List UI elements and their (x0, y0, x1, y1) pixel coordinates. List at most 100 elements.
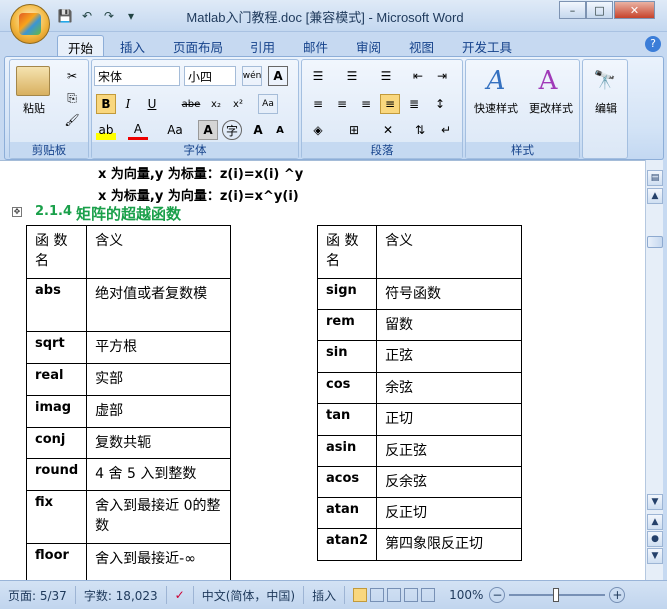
page-count[interactable]: 页面: 5/37 (0, 586, 76, 604)
print-layout-icon[interactable] (353, 588, 368, 602)
meaning-cell[interactable]: 反正弦 (376, 435, 522, 467)
char-border-button[interactable]: A (268, 66, 288, 86)
next-page-button[interactable]: ▼ (647, 548, 663, 564)
meaning-cell[interactable]: 符号函数 (376, 278, 522, 310)
function-name-cell[interactable]: imag (25, 395, 88, 428)
redo-icon[interactable]: ↷ (100, 7, 118, 25)
strikethrough-button[interactable]: abe (178, 94, 204, 114)
scroll-down-button[interactable]: ▼ (647, 494, 663, 510)
word-count[interactable]: 字数: 18,023 (76, 586, 167, 604)
function-name-cell[interactable]: sin (316, 340, 378, 373)
superscript-button[interactable]: x² (228, 94, 248, 114)
justify-icon[interactable]: ≡ (380, 94, 400, 114)
tab-view[interactable]: 视图 (399, 35, 444, 57)
edit-button[interactable]: 编辑 (585, 100, 627, 116)
shading-icon[interactable]: ◈ (308, 120, 328, 140)
function-name-cell[interactable]: abs (25, 278, 88, 332)
function-name-cell[interactable]: fix (25, 490, 88, 544)
meaning-cell[interactable]: 余弦 (376, 372, 522, 404)
tab-page-layout[interactable]: 页面布局 (163, 35, 233, 57)
quick-styles-button[interactable]: 快速样式 (470, 100, 522, 116)
quick-styles-icon[interactable]: A (476, 66, 516, 96)
paste-icon[interactable] (16, 66, 50, 96)
align-center-icon[interactable]: ≡ (332, 94, 352, 114)
cut-icon[interactable]: ✂ (62, 66, 82, 86)
meaning-cell[interactable]: 反正切 (376, 497, 522, 529)
subscript-button[interactable]: x₂ (206, 94, 226, 114)
scroll-thumb[interactable] (647, 236, 663, 248)
document-page[interactable]: x 为向量,y 为标量：z(i)=x(i) ^y x 为标量,y 为向量：z(i… (0, 160, 645, 580)
meaning-cell[interactable]: 反余弦 (376, 466, 522, 498)
function-name-cell[interactable]: 函 数 名 (25, 225, 88, 279)
decrease-indent-icon[interactable]: ⇤ (408, 66, 428, 86)
draft-icon[interactable] (421, 588, 436, 602)
table-move-handle-icon[interactable]: ✥ (12, 207, 22, 217)
function-name-cell[interactable]: tan (316, 403, 378, 436)
meaning-cell[interactable]: 正弦 (376, 340, 522, 373)
scroll-up-button[interactable]: ▲ (647, 188, 663, 204)
tab-references[interactable]: 引用 (240, 35, 285, 57)
ruler-toggle-icon[interactable]: ▤ (647, 170, 663, 186)
meaning-cell[interactable]: 第四象限反正切 (376, 528, 522, 561)
function-name-cell[interactable]: acos (316, 466, 378, 498)
function-name-cell[interactable]: conj (25, 427, 88, 459)
tab-review[interactable]: 审阅 (346, 35, 391, 57)
shrink-font-button[interactable]: A (270, 120, 290, 140)
sort-icon[interactable]: ⇅ (410, 120, 430, 140)
tab-home[interactable]: 开始 (57, 35, 105, 57)
meaning-cell[interactable]: 舍入到最接近-∞ (86, 543, 231, 580)
multilevel-list-icon[interactable]: ☰ (376, 66, 396, 86)
previous-page-button[interactable]: ▲ (647, 514, 663, 530)
undo-icon[interactable]: ↶ (78, 7, 96, 25)
zoom-level[interactable]: 100% (443, 588, 489, 602)
enclose-char-button[interactable]: 字 (222, 120, 242, 140)
paste-button[interactable]: 粘贴 (14, 100, 54, 116)
distribute-icon[interactable]: ≣ (404, 94, 424, 114)
language-status[interactable]: 中文(简体，中国) (194, 586, 305, 604)
numbering-icon[interactable]: ☰ (342, 66, 362, 86)
char-shading-button[interactable]: A (198, 120, 218, 140)
show-marks-icon[interactable]: ↵ (436, 120, 456, 140)
maximize-button[interactable]: □ (586, 1, 613, 19)
tab-developer[interactable]: 开发工具 (452, 35, 522, 57)
align-right-icon[interactable]: ≡ (356, 94, 376, 114)
zoom-slider-thumb[interactable] (553, 588, 560, 602)
insert-mode[interactable]: 插入 (304, 586, 346, 604)
web-layout-icon[interactable] (387, 588, 402, 602)
outline-icon[interactable] (404, 588, 419, 602)
minimize-button[interactable]: – (559, 1, 586, 19)
function-name-cell[interactable]: sign (316, 278, 378, 310)
help-icon[interactable]: ? (645, 36, 661, 52)
align-left-icon[interactable]: ≡ (308, 94, 328, 114)
function-name-cell[interactable]: asin (316, 435, 378, 467)
font-size-select[interactable]: 小四 (184, 66, 236, 86)
office-button[interactable] (10, 4, 50, 44)
meaning-cell[interactable]: 实部 (86, 363, 231, 396)
close-button[interactable]: ✕ (614, 1, 655, 19)
bullets-icon[interactable]: ☰ (308, 66, 328, 86)
bold-button[interactable]: B (96, 94, 116, 114)
function-name-cell[interactable]: floor (25, 543, 88, 580)
meaning-cell[interactable]: 绝对值或者复数模 (86, 278, 231, 332)
find-binoculars-icon[interactable]: 🔭 (591, 66, 619, 94)
change-case-button[interactable]: Aa (162, 120, 188, 140)
change-styles-button[interactable]: 更改样式 (524, 100, 578, 116)
grow-font-button[interactable]: A (248, 120, 268, 140)
tab-mailings[interactable]: 邮件 (293, 35, 338, 57)
zoom-slider[interactable] (509, 588, 606, 602)
meaning-cell[interactable]: 平方根 (86, 331, 231, 364)
copy-icon[interactable]: ⎘ (62, 88, 82, 108)
function-name-cell[interactable]: 函 数 名 (316, 225, 378, 279)
function-name-cell[interactable]: real (25, 363, 88, 396)
function-name-cell[interactable]: sqrt (25, 331, 88, 364)
full-screen-reading-icon[interactable] (370, 588, 385, 602)
highlight-icon[interactable]: ab (96, 120, 116, 140)
vertical-scrollbar[interactable]: ▤ ▲ ▼ ▲ ● ▼ (645, 160, 663, 580)
change-styles-icon[interactable]: A (528, 66, 568, 96)
save-icon[interactable]: 💾 (56, 7, 74, 25)
proofing-icon[interactable]: ✓ (167, 586, 194, 604)
meaning-cell[interactable]: 舍入到最接近 0的整数 (86, 490, 231, 544)
format-painter-icon[interactable]: 🖌 (62, 110, 82, 130)
tab-insert[interactable]: 插入 (110, 35, 155, 57)
function-name-cell[interactable]: round (25, 458, 88, 491)
